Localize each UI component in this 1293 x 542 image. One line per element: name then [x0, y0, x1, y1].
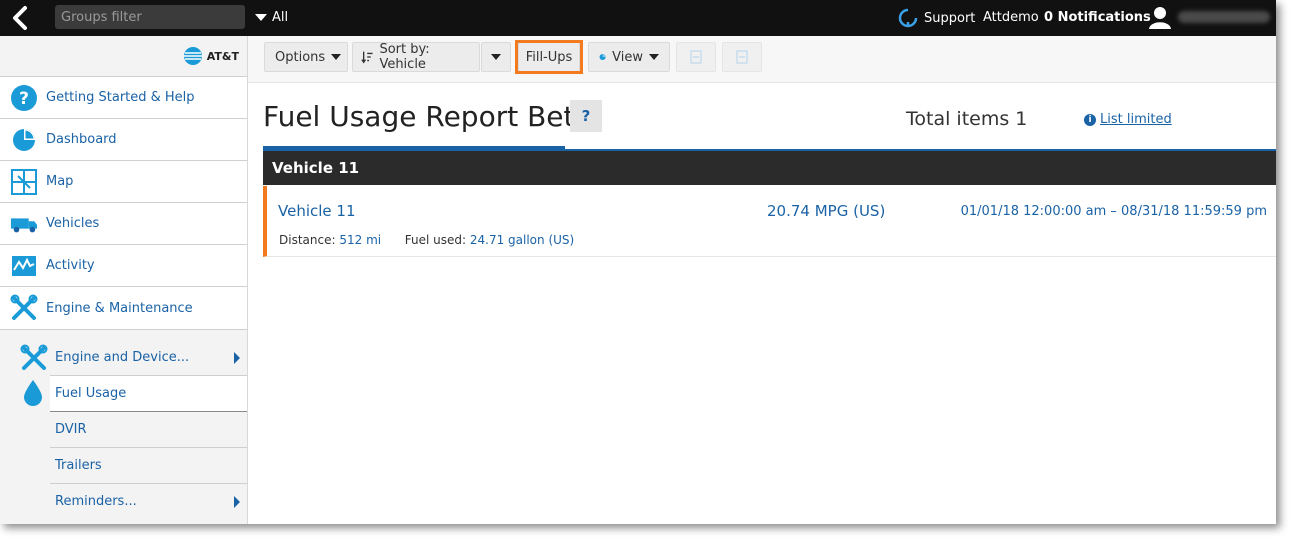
view-button[interactable]: View — [588, 42, 670, 72]
sidebar-subitem-label: Trailers — [55, 458, 102, 473]
sidebar-item-getting-started[interactable]: ? Getting Started & Help — [0, 76, 247, 118]
caret-down-icon — [491, 54, 501, 60]
fuel-used-label: Fuel used: — [404, 233, 467, 247]
sidebar-item-label: Dashboard — [46, 132, 117, 147]
caret-down-icon — [331, 54, 342, 60]
fill-ups-highlight — [515, 40, 583, 74]
sidebar-subitem-dvir[interactable]: DVIR — [50, 412, 247, 448]
all-label: All — [272, 10, 289, 25]
sidebar-subitem-label: DVIR — [55, 422, 87, 437]
brand-logo: AT&T — [0, 36, 247, 76]
title-underline — [263, 146, 565, 149]
sidebar-item-label: Vehicles — [46, 216, 100, 231]
document-icon — [736, 50, 748, 64]
sidebar-subitem-fuel-usage[interactable]: Fuel Usage — [24, 376, 247, 412]
support-icon — [898, 8, 918, 28]
sort-button[interactable]: Sort by: Vehicle — [352, 42, 480, 72]
account-name[interactable]: Attdemo — [983, 10, 1039, 25]
sidebar-item-label: Getting Started & Help — [46, 90, 195, 105]
caret-down-icon — [255, 14, 267, 21]
fuel-drop-icon — [22, 379, 44, 411]
distance-value: 512 mi — [339, 233, 382, 247]
info-icon: i — [1084, 113, 1096, 126]
sort-icon — [361, 51, 373, 64]
support-label: Support — [924, 10, 976, 26]
options-label: Options — [275, 49, 326, 65]
support-link[interactable]: Support — [898, 8, 975, 28]
export-excel-button[interactable] — [676, 42, 716, 72]
sidebar-subitem-label: Reminders... — [55, 494, 137, 509]
pie-chart-icon — [10, 126, 38, 154]
wrench-icon — [20, 344, 48, 376]
pie-chart-icon — [599, 53, 606, 61]
sidebar-subitem-reminders[interactable]: Reminders... — [50, 484, 247, 519]
sidebar-item-label: Map — [46, 174, 74, 189]
help-icon: ? — [10, 84, 38, 112]
main-content: Options Sort by: Vehicle Fill-Ups View F… — [248, 36, 1276, 524]
groups-filter-input[interactable] — [55, 5, 245, 29]
app-window: All Support Attdemo 0 Notifications AT&T… — [0, 0, 1276, 524]
row-details: Distance: 512 mi Fuel used: 24.71 gallon… — [279, 233, 574, 247]
activity-icon — [10, 252, 38, 280]
fuel-used-value: 24.71 gallon (US) — [469, 233, 575, 247]
group-header: Vehicle 11 — [263, 151, 1276, 185]
sidebar-item-engine-maintenance[interactable]: Engine & Maintenance — [0, 286, 247, 330]
sidebar-item-activity[interactable]: Activity — [0, 244, 247, 286]
caret-down-icon — [649, 54, 659, 60]
sidebar-submenu: Engine and Device... Fuel Usage DVIR Tra… — [0, 330, 247, 519]
map-icon — [10, 168, 38, 196]
sidebar-item-label: Activity — [46, 258, 95, 273]
options-button[interactable]: Options — [264, 42, 348, 72]
truck-icon — [10, 210, 38, 238]
brand-name: AT&T — [206, 49, 239, 63]
user-avatar-icon[interactable] — [1148, 5, 1172, 33]
sidebar-item-dashboard[interactable]: Dashboard — [0, 118, 247, 160]
page-title: Fuel Usage Report Beta — [263, 100, 592, 133]
distance-label: Distance: — [279, 233, 336, 247]
list-limited-link[interactable]: i List limited — [1084, 112, 1172, 127]
att-globe-icon — [183, 47, 202, 65]
sort-label: Sort by: Vehicle — [379, 42, 430, 72]
view-label: View — [612, 49, 643, 65]
sort-direction-dropdown[interactable] — [481, 42, 511, 72]
toolbar: Options Sort by: Vehicle Fill-Ups View — [248, 36, 1276, 83]
total-items: Total items 1 — [906, 108, 1028, 130]
top-bar: All Support Attdemo 0 Notifications — [0, 0, 1276, 36]
groups-all-dropdown[interactable]: All — [255, 10, 288, 25]
sidebar-subitem-trailers[interactable]: Trailers — [50, 448, 247, 484]
list-item[interactable]: Vehicle 11 20.74 MPG (US) 01/01/18 12:00… — [263, 186, 1276, 257]
help-button[interactable]: ? — [570, 100, 602, 132]
sidebar-item-map[interactable]: Map — [0, 160, 247, 202]
back-arrow-icon[interactable] — [8, 5, 34, 31]
vehicle-name-link[interactable]: Vehicle 11 — [278, 202, 356, 220]
sidebar-subitem-engine-device[interactable]: Engine and Device... — [20, 340, 247, 376]
document-icon — [690, 50, 702, 64]
date-range: 01/01/18 12:00:00 am – 08/31/18 11:59:59… — [960, 204, 1267, 219]
notifications-link[interactable]: 0 Notifications — [1044, 10, 1151, 25]
chevron-right-icon — [234, 496, 240, 508]
mpg-value: 20.74 MPG (US) — [767, 202, 886, 220]
sidebar-item-vehicles[interactable]: Vehicles — [0, 202, 247, 244]
sidebar-subitem-label: Engine and Device... — [55, 350, 190, 365]
export-pdf-button[interactable] — [722, 42, 762, 72]
svg-text:?: ? — [19, 89, 29, 109]
wrench-icon — [10, 294, 38, 322]
sidebar-subitem-label: Fuel Usage — [55, 386, 127, 401]
user-email-redacted — [1178, 11, 1270, 23]
chevron-right-icon — [234, 352, 240, 364]
sidebar-item-label: Engine & Maintenance — [46, 300, 193, 316]
sidebar: AT&T ? Getting Started & Help Dashboard … — [0, 36, 248, 524]
list-limited-label: List limited — [1100, 112, 1172, 127]
